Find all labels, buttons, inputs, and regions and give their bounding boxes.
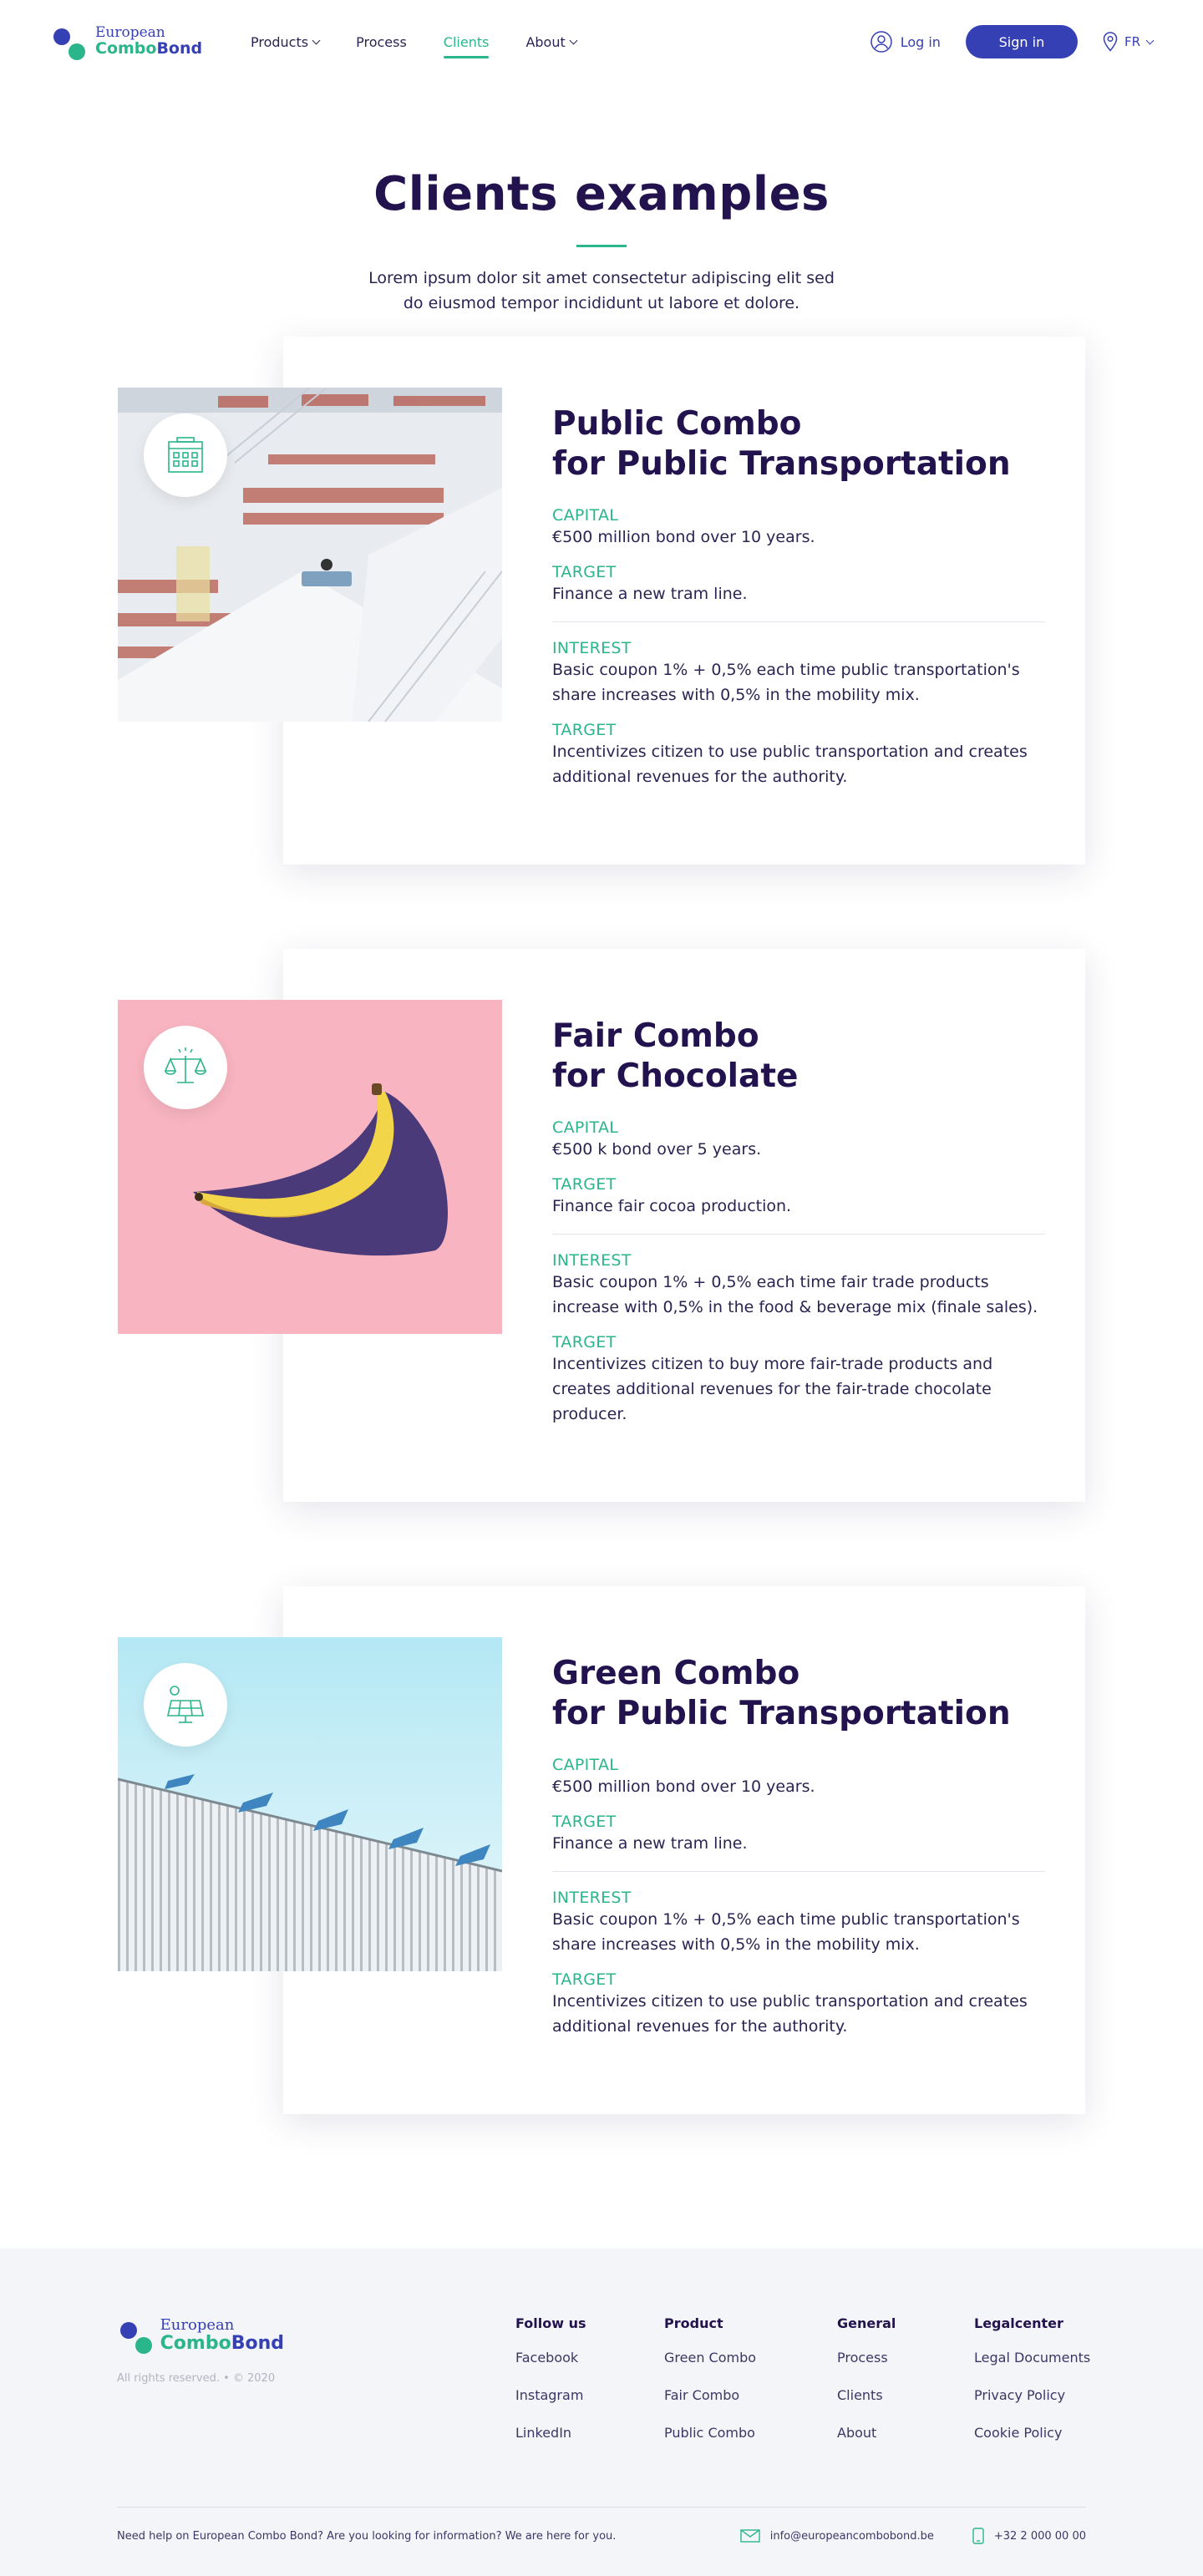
title-underline	[576, 245, 627, 247]
scales-icon	[164, 1047, 207, 1083]
badge	[144, 413, 227, 497]
phone-icon	[972, 2528, 984, 2544]
footer-link-public-combo[interactable]: Public Combo	[664, 2425, 756, 2441]
help-text: Need help on European Combo Bond? Are yo…	[117, 2529, 617, 2543]
footer-col-legal: Legalcenter Legal Documents Privacy Poli…	[974, 2315, 1091, 2441]
login-link[interactable]: Log in	[870, 31, 941, 53]
page-title: Clients examples	[373, 167, 830, 221]
badge	[144, 1026, 227, 1109]
divider	[552, 1871, 1045, 1872]
logo-mark	[117, 2317, 152, 2354]
footer-link-cookie-policy[interactable]: Cookie Policy	[974, 2425, 1090, 2441]
footer-col-product: Product Green Combo Fair Combo Public Co…	[664, 2315, 757, 2441]
footer-link-about[interactable]: About	[837, 2425, 896, 2441]
library-photo	[118, 388, 502, 722]
location-pin-icon	[1103, 32, 1118, 52]
footer-link-green-combo[interactable]: Green Combo	[664, 2350, 756, 2366]
solar-panel-icon	[167, 1686, 204, 1723]
client-title: Public Combo for Public Transportation	[552, 405, 1011, 483]
banana-photo	[118, 1000, 502, 1334]
divider	[552, 621, 1045, 622]
footer-link-privacy-policy[interactable]: Privacy Policy	[974, 2387, 1090, 2403]
logo-combo: Combo	[95, 38, 157, 58]
chevron-down-icon	[312, 36, 321, 44]
footer-col-general: General Process Clients About	[837, 2315, 896, 2441]
logo-bond: Bond	[156, 38, 203, 58]
sign-in-button[interactable]: Sign in	[965, 25, 1078, 58]
chevron-down-icon	[1145, 36, 1155, 44]
page-subtitle: Lorem ipsum dolor sit amet consectetur a…	[368, 269, 835, 312]
nav-about[interactable]: About	[525, 34, 578, 50]
badge	[144, 1663, 227, 1747]
nav-process[interactable]: Process	[356, 34, 407, 50]
logo[interactable]: European ComboBond	[50, 23, 217, 60]
footer-link-instagram[interactable]: Instagram	[515, 2387, 586, 2403]
email-link[interactable]: info@europeancombobond.be	[740, 2529, 934, 2543]
solar-photo	[118, 1637, 502, 1971]
footer-link-process[interactable]: Process	[837, 2350, 896, 2366]
footer-link-linkedin[interactable]: LinkedIn	[515, 2425, 586, 2441]
language-selector[interactable]: FR	[1103, 32, 1155, 52]
hero: Clients examples Lorem ipsum dolor sit a…	[0, 167, 1203, 316]
client-content-fair: Fair Combo for Chocolate CAPITAL €500 k b…	[552, 1017, 1045, 1427]
site-footer: European ComboBond All rights reserved. …	[0, 2249, 1203, 2576]
divider	[552, 1234, 1045, 1235]
client-content-public: Public Combo for Public Transportation CA…	[552, 404, 1045, 789]
logo-mark	[50, 23, 87, 60]
nav-products[interactable]: Products	[251, 34, 321, 50]
footer-logo[interactable]: European ComboBond	[117, 2317, 284, 2354]
footer-divider	[117, 2507, 1086, 2508]
client-title: Fair Combo for Chocolate	[552, 1017, 799, 1095]
mail-icon	[740, 2529, 760, 2543]
footer-link-clients[interactable]: Clients	[837, 2387, 896, 2403]
nav-clients[interactable]: Clients	[443, 34, 489, 58]
footer-link-facebook[interactable]: Facebook	[515, 2350, 586, 2366]
footer-link-fair-combo[interactable]: Fair Combo	[664, 2387, 756, 2403]
site-header: European ComboBond Products Process Clie…	[0, 0, 1203, 84]
chevron-down-icon	[569, 36, 578, 44]
footer-link-legal-documents[interactable]: Legal Documents	[974, 2350, 1090, 2366]
client-title: Green Combo for Public Transportation	[552, 1655, 1011, 1732]
building-icon	[168, 437, 203, 473]
phone-link[interactable]: +32 2 000 00 00	[972, 2528, 1086, 2544]
user-icon	[870, 31, 892, 53]
client-content-green: Green Combo for Public Transportation CAP…	[552, 1654, 1045, 2039]
main-nav: Products Process Clients About	[251, 34, 578, 58]
copyright: All rights reserved. • © 2020	[117, 2372, 276, 2385]
footer-col-follow: Follow us Facebook Instagram LinkedIn	[515, 2315, 586, 2441]
